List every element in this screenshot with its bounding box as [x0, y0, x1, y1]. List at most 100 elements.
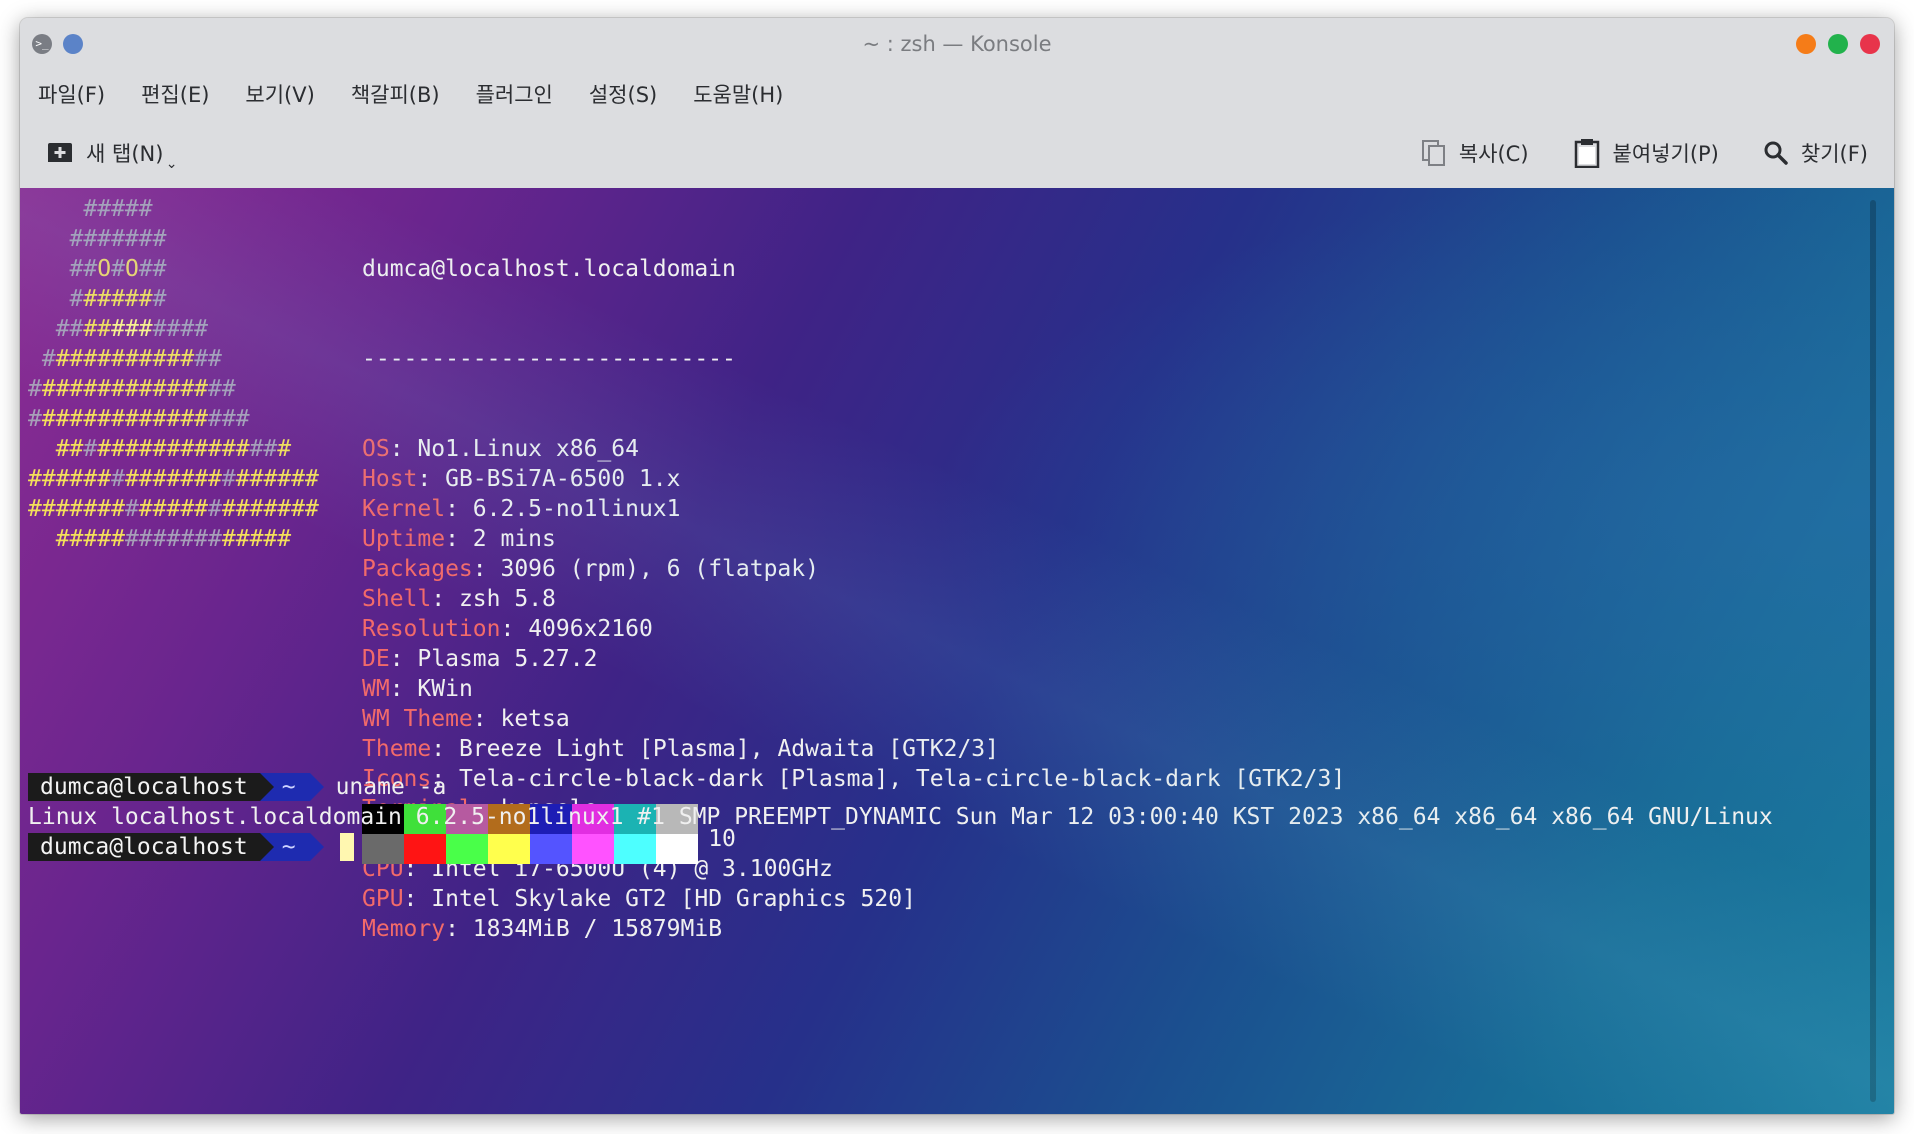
logo-segment: #####: [28, 526, 125, 552]
logo-line: #####################: [28, 464, 319, 494]
info-value: 1834MiB / 15879MiB: [472, 916, 723, 942]
info-key: OS: [362, 436, 390, 462]
menu-item[interactable]: 파일(F): [38, 75, 105, 113]
menu-bar: 파일(F) 편집(E) 보기(V) 책갈피(B) 플러그인 설정(S) 도움말(H): [20, 70, 1894, 118]
info-value: GB-BSi7A-6500 1.x: [445, 466, 681, 492]
color-swatch: [488, 834, 530, 864]
logo-segment: #: [28, 406, 42, 432]
info-row: WM: KWin: [362, 676, 473, 702]
info-separator: ---------------------------: [362, 346, 736, 372]
logo-segment: #: [277, 436, 292, 462]
logo-line: #################: [28, 524, 319, 554]
logo-segment: #: [111, 466, 125, 492]
terminal-view[interactable]: ##### ####### ##O#O## ####### ##########…: [20, 188, 1894, 1114]
chevron-down-icon[interactable]: ⌄: [166, 156, 178, 172]
logo-segment: ##########: [55, 346, 195, 372]
command-text: uname -a: [335, 774, 447, 800]
system-info: dumca@localhost.localdomain ------------…: [362, 194, 1345, 1004]
info-value: Breeze Light [Plasma], Adwaita [GTK2/3]: [458, 736, 999, 762]
logo-segment: ###########: [97, 436, 250, 462]
logo-segment: ##: [28, 316, 84, 342]
logo-segment: #: [152, 286, 167, 312]
info-value: Plasma 5.27.2: [417, 646, 598, 672]
logo-segment: ############: [41, 406, 209, 432]
info-key: GPU: [362, 886, 404, 912]
info-key: Host: [362, 466, 418, 492]
info-key: DE: [362, 646, 390, 672]
prompt-separator: [309, 833, 324, 861]
konsole-app-icon[interactable]: >_: [32, 34, 52, 54]
info-key: Packages: [362, 556, 473, 582]
prompt-separator: [259, 833, 274, 861]
logo-segment: ###: [111, 316, 153, 342]
menu-item[interactable]: 책갈피(B): [351, 75, 440, 113]
logo-segment: #######: [28, 226, 167, 252]
keep-above-icon[interactable]: [63, 34, 83, 54]
copy-button[interactable]: 복사(C): [1421, 138, 1529, 168]
prompt-separator: [259, 773, 274, 801]
info-row: Uptime: 2 mins: [362, 526, 556, 552]
info-value: KWin: [417, 676, 473, 702]
menu-item[interactable]: 편집(E): [141, 75, 209, 113]
search-icon: [1764, 141, 1788, 165]
logo-segment: #: [28, 376, 42, 402]
minimize-button[interactable]: [1796, 34, 1816, 54]
new-tab-button[interactable]: 새 탭(N) ⌄: [46, 138, 177, 172]
info-key: Kernel: [362, 496, 446, 522]
color-swatch: [530, 834, 572, 864]
menu-item[interactable]: 플러그인: [476, 75, 553, 113]
info-value: Intel Skylake GT2 [HD Graphics 520]: [431, 886, 916, 912]
copy-icon: [1421, 140, 1445, 166]
logo-segment: ##: [28, 436, 84, 462]
info-key: WM Theme: [362, 706, 473, 732]
info-key: Resolution: [362, 616, 501, 642]
menu-item[interactable]: 설정(S): [589, 75, 657, 113]
info-value: Tela-circle-black-dark [Plasma], Tela-ci…: [458, 766, 1346, 792]
info-value: 3096 (rpm), 6 (flatpak): [500, 556, 819, 582]
logo-segment: ############: [41, 376, 209, 402]
close-button[interactable]: [1860, 34, 1880, 54]
info-key: Theme: [362, 736, 432, 762]
logo-segment: #: [221, 466, 236, 492]
info-key: WM: [362, 676, 390, 702]
logo-line: #############: [28, 344, 319, 374]
logo-segment: ##: [28, 256, 98, 282]
info-value: 2 mins: [472, 526, 556, 552]
prompt-dir: ~: [273, 833, 310, 861]
title-bar: >_ ~ : zsh — Konsole: [20, 18, 1894, 70]
logo-segment: #######: [124, 526, 222, 552]
logo-segment: ####: [152, 316, 209, 342]
logo-segment: #####: [138, 496, 209, 522]
color-swatch: [572, 834, 614, 864]
new-tab-label: 새 탭(N): [86, 142, 164, 166]
prompt-line: dumca@localhost ~ uname -a: [28, 772, 446, 802]
prompt-separator: [309, 773, 324, 801]
konsole-window: >_ ~ : zsh — Konsole 파일(F) 편집(E) 보기(V) 책갈피(…: [20, 18, 1894, 1114]
logo-segment: #####: [221, 526, 292, 552]
window-title: ~ : zsh — Konsole: [862, 32, 1052, 56]
logo-line: #####: [28, 194, 319, 224]
menu-item[interactable]: 보기(V): [245, 75, 314, 113]
logo-segment: ##: [208, 376, 236, 402]
color-swatch: [404, 834, 446, 864]
logo-segment: ##: [249, 436, 278, 462]
info-key: Shell: [362, 586, 432, 612]
scrollbar[interactable]: [1870, 200, 1876, 1102]
info-row: GPU: Intel Skylake GT2 [HD Graphics 520]: [362, 886, 916, 912]
logo-segment: ##: [138, 256, 167, 282]
info-key: Uptime: [362, 526, 446, 552]
maximize-button[interactable]: [1828, 34, 1848, 54]
text-cursor[interactable]: [339, 833, 354, 861]
menu-item[interactable]: 도움말(H): [693, 75, 783, 113]
new-tab-icon: [48, 143, 72, 162]
info-value: No1.Linux x86_64: [417, 436, 639, 462]
logo-line: #######: [28, 284, 319, 314]
paste-button[interactable]: 붙여넣기(P): [1573, 138, 1719, 168]
active-prompt-line: dumca@localhost ~: [28, 832, 354, 862]
logo-segment: #####: [83, 286, 153, 312]
color-swatch: [446, 834, 488, 864]
find-button[interactable]: 찾기(F): [1763, 138, 1868, 168]
logo-segment: #: [83, 436, 98, 462]
logo-segment: O: [124, 256, 139, 282]
info-key: Memory: [362, 916, 446, 942]
